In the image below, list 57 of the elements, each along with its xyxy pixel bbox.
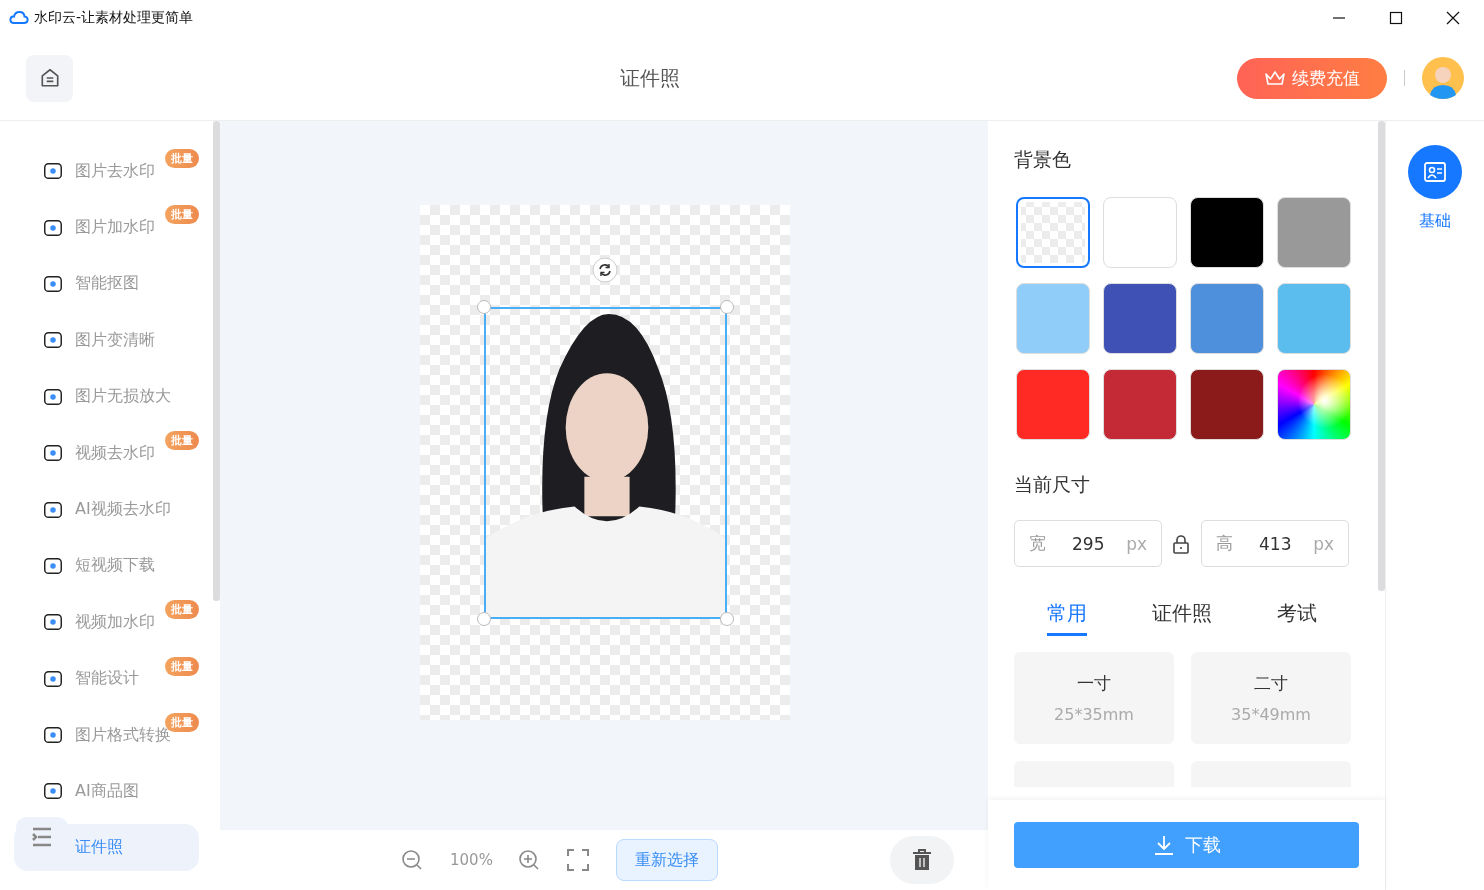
- batch-badge: 批量: [165, 600, 199, 620]
- sidebar-item[interactable]: 智能设计 批量: [14, 650, 199, 707]
- basic-tool-label: 基础: [1419, 211, 1451, 232]
- resize-handle[interactable]: [477, 300, 491, 314]
- download-button[interactable]: 下载: [1014, 822, 1359, 868]
- sidebar-item[interactable]: 视频加水印 批量: [14, 594, 199, 651]
- batch-badge: 批量: [165, 149, 199, 168]
- home-icon: [38, 67, 61, 89]
- size-preset-card[interactable]: 一寸 25*35mm: [1014, 652, 1174, 744]
- zoom-out-icon[interactable]: [400, 848, 424, 872]
- id-photo-icon: [1423, 160, 1447, 184]
- download-icon: [1152, 834, 1175, 856]
- height-field[interactable]: 高 413 px: [1201, 520, 1349, 567]
- batch-badge: 批量: [165, 656, 199, 676]
- preset-tab[interactable]: 常用: [1046, 600, 1087, 636]
- home-button[interactable]: [26, 54, 73, 102]
- lock-icon[interactable]: [1172, 533, 1190, 554]
- sidebar-item[interactable]: 图片变清晰: [14, 312, 199, 369]
- rotate-icon[interactable]: [592, 257, 618, 283]
- zoom-level: 100%: [450, 851, 493, 869]
- cloud-logo-icon: [9, 10, 29, 26]
- preset-tab[interactable]: 证件照: [1152, 600, 1212, 636]
- section-title: 当前尺寸: [1014, 472, 1091, 497]
- sidebar-item[interactable]: 图片去水印 批量: [14, 143, 199, 200]
- sidebar-item[interactable]: 视频去水印 批量: [14, 424, 199, 482]
- crown-icon: [1264, 69, 1286, 87]
- renew-button[interactable]: 续费充值: [1237, 57, 1387, 99]
- batch-badge: 批量: [165, 205, 199, 225]
- size-preset-card[interactable]: 二寸 35*49mm: [1191, 652, 1351, 744]
- sidebar-item[interactable]: 智能抠图: [14, 255, 199, 313]
- sidebar-item[interactable]: AI商品图: [14, 763, 199, 820]
- page-title: 证件照: [620, 64, 680, 92]
- preset-tab[interactable]: 考试: [1277, 600, 1318, 636]
- scrollbar[interactable]: [1378, 121, 1385, 591]
- resize-handle[interactable]: [720, 612, 734, 626]
- sidebar-item[interactable]: 短视频下载: [14, 537, 199, 595]
- sidebar-item[interactable]: AI视频去水印: [14, 481, 199, 538]
- fullscreen-icon[interactable]: [565, 848, 590, 872]
- sidebar-item[interactable]: 图片加水印 批量: [14, 199, 199, 256]
- color-swatch[interactable]: [1016, 197, 1090, 268]
- sidebar-item[interactable]: 图片无损放大: [14, 368, 199, 425]
- window-title: 水印云-让素材处理更简单: [34, 9, 194, 27]
- reselect-button[interactable]: 重新选择: [615, 839, 718, 881]
- close-icon[interactable]: [1446, 11, 1460, 25]
- width-field[interactable]: 宽 295 px: [1014, 520, 1162, 567]
- section-title: 背景色: [1014, 147, 1072, 172]
- maximize-icon[interactable]: [1389, 11, 1403, 25]
- zoom-in-icon[interactable]: [516, 848, 541, 872]
- trash-icon: [911, 849, 932, 871]
- basic-tool-button[interactable]: [1408, 145, 1462, 199]
- resize-handle[interactable]: [477, 612, 491, 626]
- resize-handle[interactable]: [720, 300, 734, 314]
- batch-badge: 批量: [165, 430, 199, 450]
- menu-icon[interactable]: [16, 817, 68, 857]
- avatar-icon[interactable]: [1422, 57, 1464, 99]
- scrollbar[interactable]: [213, 121, 220, 601]
- delete-button[interactable]: [889, 836, 954, 884]
